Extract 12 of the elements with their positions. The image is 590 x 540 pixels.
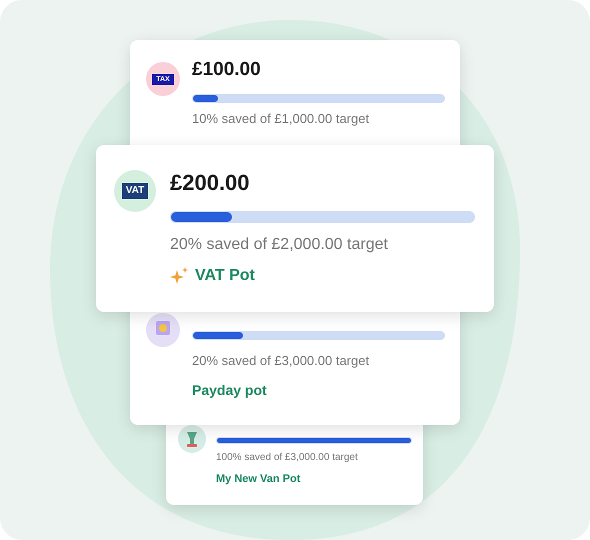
vat-label: VAT bbox=[122, 183, 148, 199]
progress-text: 20% saved of £3,000.00 target bbox=[192, 353, 370, 370]
coin-icon bbox=[146, 313, 180, 347]
progress-text: 20% saved of £2,000.00 target bbox=[170, 234, 389, 254]
pot-name: My New Van Pot bbox=[216, 472, 300, 486]
progress-text: 100% saved of £3,000.00 target bbox=[216, 452, 359, 464]
progress-text: 10% saved of £1,000.00 target bbox=[192, 110, 370, 127]
trophy-icon bbox=[178, 425, 206, 453]
pot-amount: £100.00 bbox=[192, 58, 262, 82]
pot-name: VAT Pot bbox=[195, 266, 255, 286]
pot-name: Payday pot bbox=[192, 382, 267, 400]
pot-amount: £200.00 bbox=[170, 169, 251, 196]
